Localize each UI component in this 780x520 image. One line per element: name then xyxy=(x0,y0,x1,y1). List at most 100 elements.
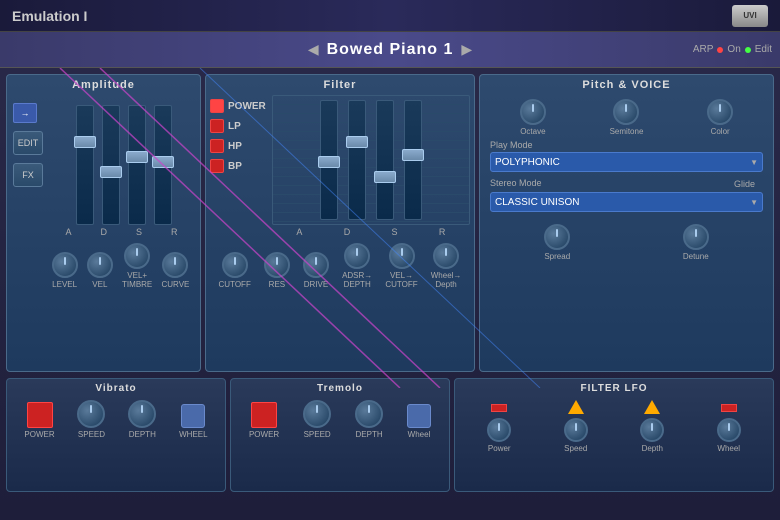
lfo-depth-knob[interactable] xyxy=(640,418,664,442)
filter-bp-label: BP xyxy=(228,161,242,172)
vibrato-wheel-container: WHEEL xyxy=(179,404,207,439)
play-mode-arrow-icon: ▼ xyxy=(750,158,758,167)
lfo-power-knob[interactable] xyxy=(487,418,511,442)
tremolo-power-label: POWER xyxy=(249,430,279,439)
play-mode-value: POLYPHONIC xyxy=(495,157,560,168)
preset-next-button[interactable]: ▶ xyxy=(453,41,480,58)
vel-timbre-knob[interactable] xyxy=(124,243,150,269)
tremolo-speed-label: SPEED xyxy=(304,430,331,439)
amp-slider-s[interactable] xyxy=(128,105,146,225)
cutoff-knob[interactable] xyxy=(222,252,248,278)
filter-power-row: POWER xyxy=(210,99,266,113)
tremolo-title: Tremolo xyxy=(237,383,443,394)
lfo-depth-label: Depth xyxy=(642,444,663,453)
filter-bp-led[interactable] xyxy=(210,159,224,173)
drive-label: DRIVE xyxy=(304,280,328,289)
vel-cutoff-label: VEL→CUTOFF xyxy=(385,271,417,289)
vibrato-power-label: POWER xyxy=(24,430,54,439)
tremolo-speed-knob[interactable] xyxy=(303,400,331,428)
vibrato-depth-container: DEPTH xyxy=(128,400,156,439)
filter-d-label: D xyxy=(344,227,351,237)
header: Emulation I UVI xyxy=(0,0,780,32)
spread-knob-container: Spread xyxy=(544,224,570,261)
glide-label: Glide xyxy=(734,179,763,189)
curve-knob-container: CURVE xyxy=(162,252,190,289)
color-knob[interactable] xyxy=(707,99,733,125)
lfo-speed-triangle-icon xyxy=(568,400,584,414)
tremolo-power-container: POWER xyxy=(249,402,279,439)
detune-knob[interactable] xyxy=(683,224,709,250)
vibrato-depth-knob[interactable] xyxy=(128,400,156,428)
detune-label: Detune xyxy=(683,252,709,261)
adsr-depth-knob[interactable] xyxy=(344,243,370,269)
filter-slider-a[interactable] xyxy=(320,100,338,220)
lfo-speed-label: Speed xyxy=(564,444,587,453)
amp-slider-r[interactable] xyxy=(154,105,172,225)
filter-power-led[interactable] xyxy=(210,99,224,113)
filter-hp-led[interactable] xyxy=(210,139,224,153)
vibrato-wheel-label: WHEEL xyxy=(179,430,207,439)
stereo-mode-dropdown[interactable]: CLASSIC UNISON ▼ xyxy=(490,192,763,212)
amp-slider-a[interactable] xyxy=(76,105,94,225)
semitone-knob[interactable] xyxy=(613,99,639,125)
bottom-content: Vibrato POWER SPEED DEPTH WHEEL xyxy=(0,378,780,498)
amp-slider-d[interactable] xyxy=(102,105,120,225)
level-knob[interactable] xyxy=(52,252,78,278)
filter-slider-r[interactable] xyxy=(404,100,422,220)
octave-knob[interactable] xyxy=(520,99,546,125)
curve-knob[interactable] xyxy=(162,252,188,278)
tremolo-wheel-button[interactable] xyxy=(407,404,431,428)
vel-knob[interactable] xyxy=(87,252,113,278)
play-mode-section: Play Mode POLYPHONIC ▼ xyxy=(484,136,769,176)
vibrato-power-button[interactable] xyxy=(27,402,53,428)
filter-sliders xyxy=(272,95,470,225)
amplitude-title: Amplitude xyxy=(11,79,196,91)
vel-cutoff-knob[interactable] xyxy=(389,243,415,269)
wheel-depth-label: Wheel→Depth xyxy=(431,271,462,289)
preset-prev-button[interactable]: ◀ xyxy=(300,41,327,58)
play-mode-label: Play Mode xyxy=(490,140,763,150)
tremolo-panel: Tremolo POWER SPEED DEPTH Wheel xyxy=(230,378,450,492)
stereo-glide-row: Stereo Mode Glide xyxy=(484,176,769,192)
filter-lp-led[interactable] xyxy=(210,119,224,133)
arp-on-label[interactable]: On xyxy=(727,44,740,55)
vibrato-wheel-button[interactable] xyxy=(181,404,205,428)
tremolo-depth-knob[interactable] xyxy=(355,400,383,428)
filter-slider-d[interactable] xyxy=(348,100,366,220)
stereo-section: CLASSIC UNISON ▼ xyxy=(484,192,769,216)
play-mode-dropdown[interactable]: POLYPHONIC ▼ xyxy=(490,152,763,172)
tremolo-wheel-container: Wheel xyxy=(407,404,431,439)
res-knob[interactable] xyxy=(264,252,290,278)
spread-knob[interactable] xyxy=(544,224,570,250)
stereo-mode-arrow-icon: ▼ xyxy=(750,198,758,207)
filter-slider-s[interactable] xyxy=(376,100,394,220)
lfo-power-container: Power xyxy=(487,404,511,453)
tremolo-depth-container: DEPTH xyxy=(355,400,383,439)
arp-edit-label[interactable]: Edit xyxy=(755,44,772,55)
filter-r-label: R xyxy=(439,227,446,237)
preset-bar: ◀ Bowed Piano 1 ▶ ARP On Edit xyxy=(0,32,780,68)
lfo-speed-knob[interactable] xyxy=(564,418,588,442)
arp-edit-led xyxy=(745,47,751,53)
tremolo-wheel-label: Wheel xyxy=(408,430,431,439)
wheel-depth-knob[interactable] xyxy=(433,243,459,269)
vel-knob-label: VEL xyxy=(92,280,107,289)
filter-power-label: POWER xyxy=(228,101,266,112)
color-knob-container: Color xyxy=(707,99,733,136)
tremolo-power-button[interactable] xyxy=(251,402,277,428)
lfo-speed-container: Speed xyxy=(564,400,588,453)
filter-s-label: S xyxy=(392,227,398,237)
adsr-depth-label: ADSR→DEPTH xyxy=(342,271,372,289)
amp-d-label: D xyxy=(100,227,107,237)
drive-knob[interactable] xyxy=(303,252,329,278)
filter-panel: Filter POWER LP HP xyxy=(205,74,475,372)
lfo-wheel-knob[interactable] xyxy=(717,418,741,442)
uvi-logo: UVI xyxy=(732,5,768,27)
amp-adsr-labels: A D S R xyxy=(11,225,196,239)
vibrato-controls: POWER SPEED DEPTH WHEEL xyxy=(13,398,219,441)
filter-type-controls: POWER LP HP BP xyxy=(210,95,266,239)
vel-cutoff-knob-container: VEL→CUTOFF xyxy=(385,243,417,289)
vibrato-speed-knob[interactable] xyxy=(77,400,105,428)
filter-lfo-title: FILTER LFO xyxy=(461,383,767,394)
stereo-mode-label: Stereo Mode xyxy=(490,178,542,188)
